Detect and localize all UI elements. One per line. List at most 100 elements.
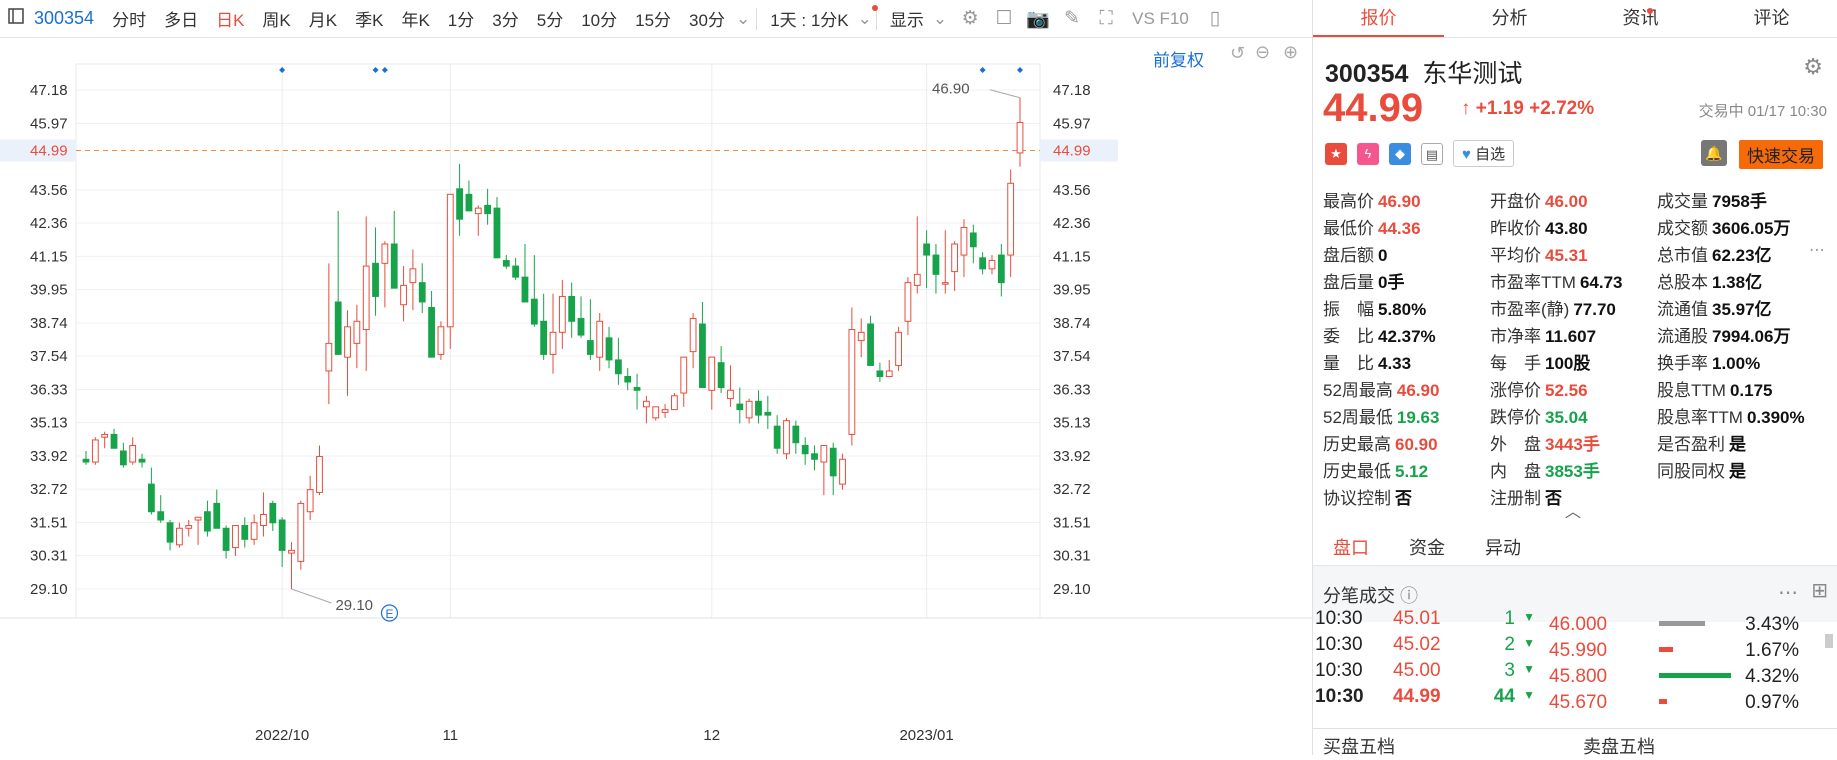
event-diamond-icon[interactable]: [372, 67, 379, 73]
event-diamond-icon[interactable]: [381, 67, 388, 73]
candle-body[interactable]: [736, 403, 744, 411]
candle-body[interactable]: [661, 409, 669, 413]
candle-body[interactable]: [362, 265, 370, 331]
quote-tab[interactable]: 报价: [1313, 0, 1444, 37]
candle-body[interactable]: [409, 268, 417, 284]
collapse-chevron-icon[interactable]: ︿: [1565, 498, 1581, 522]
candle-body[interactable]: [839, 458, 846, 485]
period-tab[interactable]: 30分: [680, 6, 734, 31]
candle-body[interactable]: [334, 301, 342, 355]
trade-more-icon[interactable]: ⋯: [1778, 580, 1798, 605]
candle-body[interactable]: [596, 320, 604, 358]
candle-body[interactable]: [418, 282, 426, 303]
candle-body[interactable]: [633, 387, 641, 391]
candle-body[interactable]: [129, 444, 137, 463]
candle-body[interactable]: [755, 400, 762, 416]
detail-tab[interactable]: 盘口: [1313, 530, 1389, 565]
candle-body[interactable]: [745, 400, 753, 419]
range-select[interactable]: 1天 : 1分K: [761, 6, 857, 31]
candle-body[interactable]: [624, 375, 632, 383]
tag-icon[interactable]: ◆: [1389, 142, 1411, 165]
candle-body[interactable]: [428, 306, 435, 358]
candle-body[interactable]: [680, 356, 688, 394]
candle-body[interactable]: [605, 337, 613, 361]
camera-icon[interactable]: 📷: [1021, 7, 1055, 31]
lightning-icon[interactable]: ϟ: [1357, 142, 1379, 165]
sidebar-toggle-icon[interactable]: ▯: [1198, 7, 1232, 30]
candle-body[interactable]: [344, 326, 351, 358]
candle-body[interactable]: [521, 276, 529, 303]
period-tab[interactable]: 多日: [155, 6, 207, 31]
candle-body[interactable]: [1007, 182, 1015, 256]
period-tab[interactable]: 1分: [439, 6, 483, 31]
candle-body[interactable]: [138, 458, 146, 463]
candle-body[interactable]: [474, 207, 482, 215]
watchlist-button[interactable]: ♥ 自选: [1453, 140, 1515, 167]
period-tab[interactable]: 10分: [572, 6, 626, 31]
quote-tab[interactable]: 评论: [1706, 0, 1837, 37]
detail-tab[interactable]: 异动: [1465, 530, 1541, 565]
quote-settings-gear-icon[interactable]: ⚙: [1803, 54, 1823, 80]
stock-code[interactable]: 300354: [28, 8, 103, 29]
candle-body[interactable]: [278, 519, 286, 551]
candle-body[interactable]: [456, 188, 463, 220]
candle-body[interactable]: [530, 298, 538, 325]
candle-body[interactable]: [484, 204, 492, 215]
candle-body[interactable]: [325, 342, 333, 372]
candle-body[interactable]: [297, 502, 305, 562]
candle-body[interactable]: [390, 243, 398, 289]
candle-body[interactable]: [157, 511, 165, 521]
candle-body[interactable]: [699, 323, 706, 389]
candle-body[interactable]: [652, 406, 660, 419]
candle-body[interactable]: [951, 243, 959, 273]
undo-icon[interactable]: ↺: [1230, 43, 1245, 64]
candle-body[interactable]: [904, 282, 912, 322]
period-more-chevron-icon[interactable]: ⌄: [734, 9, 752, 29]
candle-body[interactable]: [885, 370, 893, 377]
square-select-icon[interactable]: ☐: [987, 7, 1021, 30]
candle-body[interactable]: [969, 232, 977, 248]
candle-body[interactable]: [232, 525, 239, 549]
candle-body[interactable]: [465, 193, 473, 212]
candle-body[interactable]: [437, 326, 445, 355]
candle-body[interactable]: [269, 502, 277, 524]
quote-tab[interactable]: 分析: [1444, 0, 1575, 37]
candle-body[interactable]: [829, 447, 837, 477]
kline-chart[interactable]: 47.18 47.18 45.97 45.97 44.99 44.99 43.56 43.56…: [0, 38, 1312, 755]
pencil-icon[interactable]: ✎: [1055, 7, 1089, 30]
candle-body[interactable]: [867, 323, 874, 366]
info-icon[interactable]: ⓘ: [1400, 586, 1418, 606]
event-diamond-icon[interactable]: [1017, 67, 1023, 73]
candle-body[interactable]: [82, 458, 90, 463]
candle-body[interactable]: [166, 522, 174, 543]
candle-body[interactable]: [194, 516, 202, 521]
cn-flag-icon[interactable]: ★: [1325, 142, 1347, 165]
zoom-in-icon[interactable]: ⊕: [1283, 42, 1298, 63]
candle-body[interactable]: [820, 444, 828, 463]
candle-body[interactable]: [260, 513, 267, 527]
more-icon[interactable]: ⋯: [1809, 240, 1825, 260]
candle-body[interactable]: [913, 273, 921, 286]
candle-body[interactable]: [941, 282, 949, 285]
candle-body[interactable]: [960, 226, 968, 256]
fullscreen-icon[interactable]: ⛶: [1089, 8, 1123, 30]
candle-body[interactable]: [643, 400, 650, 408]
restore-toggle[interactable]: 前复权: [1153, 46, 1204, 71]
candle-body[interactable]: [540, 320, 548, 355]
quote-tab[interactable]: 资讯: [1575, 0, 1706, 37]
period-tab[interactable]: 15分: [626, 6, 680, 31]
candle-body[interactable]: [614, 359, 622, 375]
candle-body[interactable]: [353, 320, 361, 344]
quick-trade-button[interactable]: 快速交易: [1739, 140, 1823, 169]
candle-body[interactable]: [979, 257, 987, 270]
period-tab[interactable]: 5分: [528, 6, 572, 31]
candle-body[interactable]: [577, 318, 585, 336]
period-tab[interactable]: 年K: [392, 6, 438, 31]
candle-body[interactable]: [717, 362, 725, 389]
candle-body[interactable]: [671, 395, 678, 411]
period-tab[interactable]: 3分: [483, 6, 527, 31]
zoom-out-icon[interactable]: ⊖: [1255, 42, 1270, 63]
period-tab[interactable]: 日K: [207, 6, 253, 31]
candle-body[interactable]: [400, 284, 407, 306]
candle-body[interactable]: [147, 483, 155, 513]
